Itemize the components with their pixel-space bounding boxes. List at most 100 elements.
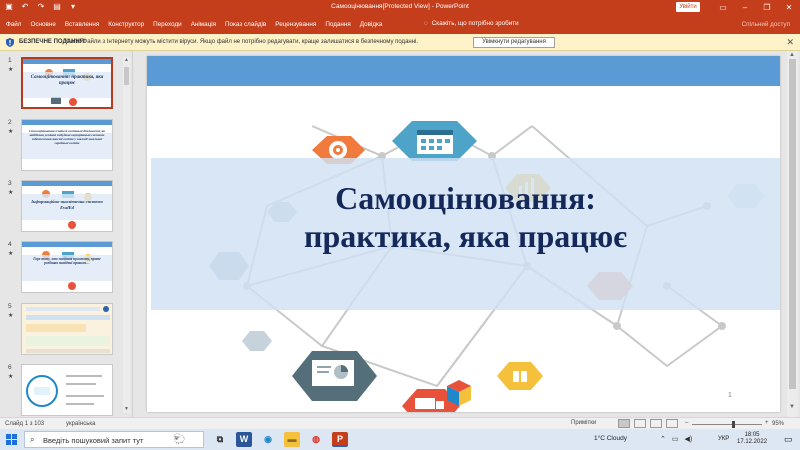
thumbnail-preview: Інформаційно-аналітична система EvalEd [21,180,113,232]
star-icon: ★ [8,374,14,380]
slide-sorter-icon[interactable] [634,419,646,428]
thumbnail-number: 4 [8,241,12,248]
powerpoint-icon[interactable]: P [332,432,348,447]
powerpoint-window: ▣ ↶ ↷ ▤ ▾ Самооцінювання[Protected View]… [0,0,800,450]
close-icon[interactable]: ✕ [778,0,800,15]
tab-file[interactable]: Файл [6,21,21,28]
star-icon: ★ [8,251,14,257]
thumbnail-title: Самооцінювання вчителі освітньої діяльно… [29,129,105,145]
word-icon[interactable]: W [236,432,252,447]
system-tray: ⌃ ▭ ◀) [660,435,692,443]
tab-slide-show[interactable]: Показ слайдів [225,21,266,28]
slide-counter: Слайд 1 з 103 [5,421,45,427]
slide-header-band [147,56,780,86]
system-clock[interactable]: 18:05 17.12.2022 [737,432,767,446]
network-icon[interactable]: ▭ [672,435,679,443]
thumbnail-title: Горе тому, хто знайшов простоту, проте р… [33,257,101,266]
star-icon: ★ [8,313,14,319]
thumbnail-graphic [26,306,110,353]
notifications-icon[interactable]: ▭ [784,434,793,445]
share-button[interactable]: Спільний доступ [742,21,790,28]
ribbon: Файл Основне Вставлення Конструктор Пере… [0,15,800,34]
slide-title[interactable]: Самооцінювання: практика, яка працює [151,179,780,255]
thumbnail-preview [21,364,113,416]
thumbnail-number: 5 [8,303,12,310]
show-hidden-icons-icon[interactable]: ⌃ [660,435,666,443]
slide-title-line-2: практика, яка працює [304,218,627,254]
notes-button[interactable]: Примітки [571,420,596,426]
weather-widget[interactable]: 1°C Cloudy [594,435,627,442]
zoom-out-icon[interactable]: – [685,420,688,426]
search-icon: ⌕ [30,435,35,444]
thumbnail-preview: Самооцінювання вчителі освітньої діяльно… [21,119,113,171]
scroll-down-icon[interactable]: ▼ [123,406,130,412]
tab-home[interactable]: Основне [30,21,55,28]
search-placeholder: Введіть пошуковий запит тут [43,436,144,445]
tab-help[interactable]: Довідка [360,21,383,28]
scroll-up-icon[interactable]: ▲ [123,57,130,63]
minimize-icon[interactable]: – [734,0,756,15]
tab-insert[interactable]: Вставлення [65,21,99,28]
tell-me-label: Скажіть, що потрібно зробити [431,20,519,27]
slide-thumbnail-pane: 1 ★ Самооцінювання: практика, яка працює… [0,51,133,417]
star-icon: ★ [8,129,14,135]
edge-icon[interactable]: ◉ [260,432,276,447]
lightbulb-icon: ◌ [424,20,428,27]
task-view-icon[interactable]: ⧉ [212,432,228,447]
slide-editor: Самооцінювання: практика, яка працює 1 [134,51,800,417]
language-indicator[interactable]: українська [66,421,96,427]
thumbnail-number: 1 [8,57,12,64]
close-bar-icon[interactable]: ✕ [786,37,794,48]
slideshow-icon[interactable] [666,419,678,428]
zoom-slider[interactable] [692,421,762,428]
sign-in-button[interactable]: Увійти [676,2,700,12]
thumbnail-scrollbar[interactable]: ▲ ▼ [123,57,130,413]
tab-view[interactable]: Подання [325,21,350,28]
file-explorer-icon[interactable]: ▬ [284,432,300,447]
windows-taskbar: ⌕ Введіть пошуковий запит тут 🐑 ⧉ W ◉ ▬ … [0,429,800,450]
status-bar: Слайд 1 з 103 українська Примітки – + 95… [0,417,800,429]
clock-time: 18:05 [744,432,760,438]
slide-page-number: 1 [728,392,732,399]
scroll-thumb[interactable] [124,67,129,85]
view-switcher [618,419,678,428]
slide-title-line-1: Самооцінювання: [335,180,596,216]
taskbar-search-box[interactable]: ⌕ Введіть пошуковий запит тут 🐑 [24,431,204,448]
thumbnail-preview: Самооцінювання: практика, яка працює [21,57,113,109]
tab-animations[interactable]: Анімація [191,21,216,28]
clock-date: 17.12.2022 [737,439,768,445]
thumbnail-preview: Горе тому, хто знайшов простоту, проте р… [21,241,113,293]
search-highlight-icon: 🐑 [173,434,186,445]
enable-editing-button[interactable]: Увімкнути редагування [473,37,555,48]
star-icon: ★ [8,190,14,196]
thumbnail-title: Інформаційно-аналітична система EvalEd [31,199,103,210]
thumbnail-graphic [26,375,104,407]
windows-start-icon[interactable] [6,434,17,445]
keyboard-language[interactable]: УКР [718,436,729,442]
current-slide[interactable]: Самооцінювання: практика, яка працює 1 [147,56,780,412]
volume-icon[interactable]: ◀) [685,435,693,443]
vertical-scrollbar[interactable]: ▲ ▼ [787,51,798,417]
thumbnail-number: 2 [8,119,12,126]
thumbnail-preview [21,303,113,355]
taskbar-apps: ⧉ W ◉ ▬ ◍ P [212,432,348,447]
thumbnail-title: Самооцінювання: практика, яка працює [30,75,104,86]
tab-review[interactable]: Рецензування [275,21,316,28]
zoom-level[interactable]: 95% [772,421,784,427]
scroll-down-icon[interactable]: ▼ [789,404,795,410]
zoom-in-icon[interactable]: + [765,420,769,426]
chrome-icon[interactable]: ◍ [308,432,324,447]
normal-view-icon[interactable] [618,419,630,428]
tab-design[interactable]: Конструктор [108,21,144,28]
shield-icon [6,38,14,47]
reading-view-icon[interactable] [650,419,662,428]
ribbon-display-icon[interactable]: ▭ [712,0,734,15]
tell-me-box[interactable]: ◌ Скажіть, що потрібно зробити [424,20,519,27]
maximize-icon[interactable]: ❐ [756,0,778,15]
scroll-up-icon[interactable]: ▲ [789,52,795,58]
thumbnail-number: 3 [8,180,12,187]
tab-transitions[interactable]: Переходи [153,21,182,28]
protected-view-message: Увага! Файли з Інтернету можуть містити … [64,39,419,45]
thumbnail-number: 6 [8,364,12,371]
scroll-thumb[interactable] [789,59,796,389]
